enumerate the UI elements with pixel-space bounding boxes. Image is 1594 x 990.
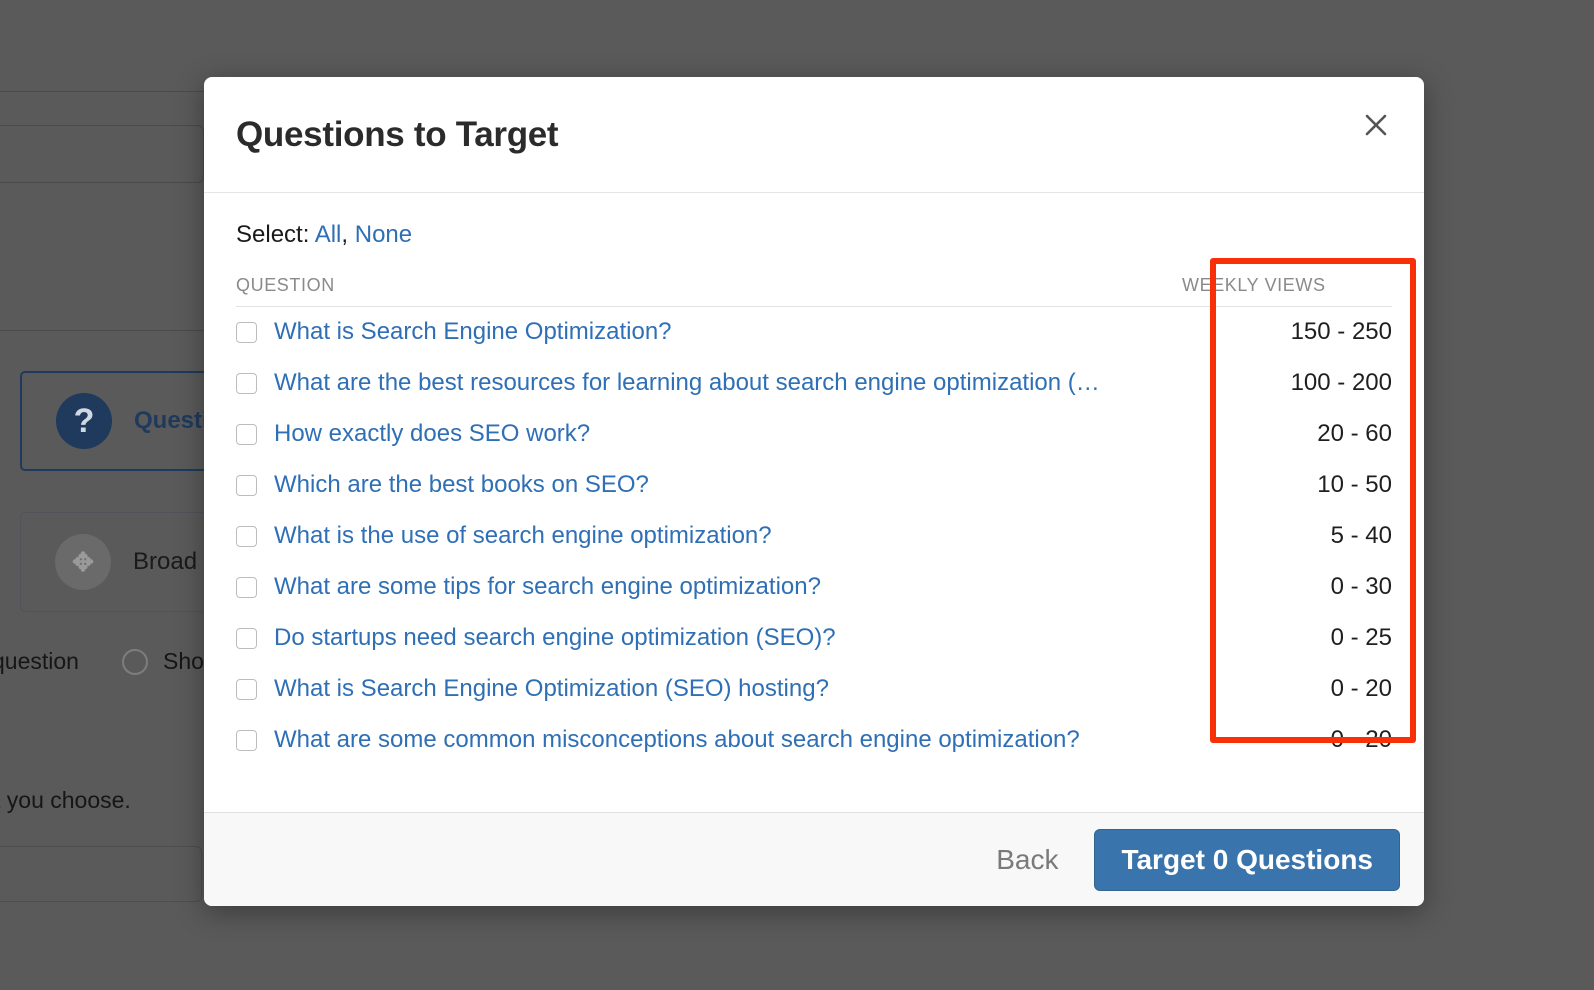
question-label[interactable]: Which are the best books on SEO? — [274, 471, 649, 499]
question-label[interactable]: What is Search Engine Optimization? — [274, 318, 672, 346]
question-row-content: How exactly does SEO work? — [236, 420, 1182, 448]
question-label[interactable]: Do startups need search engine optimizat… — [274, 624, 836, 652]
question-checkbox[interactable] — [236, 373, 257, 394]
background-card-questions[interactable]: ? Questi — [20, 371, 220, 471]
background-question-word: question — [0, 648, 79, 675]
background-show-label: Sho — [163, 648, 204, 675]
question-row-content: What are the best resources for learning… — [236, 369, 1182, 397]
move-arrows-circle-icon: ✥ — [55, 534, 111, 590]
question-checkbox[interactable] — [236, 424, 257, 445]
table-row[interactable]: Do startups need search engine optimizat… — [236, 613, 1392, 664]
question-cell: Do startups need search engine optimizat… — [236, 613, 1182, 664]
question-checkbox[interactable] — [236, 628, 257, 649]
question-label[interactable]: What are some common misconceptions abou… — [274, 726, 1080, 754]
questions-to-target-modal: Questions to Target Select: All, None QU… — [204, 77, 1424, 906]
questions-table: QUESTION WEEKLY VIEWS What is Search Eng… — [236, 275, 1392, 766]
weekly-views-cell: 0 - 20 — [1182, 715, 1392, 766]
background-divider-mid — [0, 330, 204, 331]
column-header-question: QUESTION — [236, 275, 1182, 307]
question-label[interactable]: What is the use of search engine optimiz… — [274, 522, 772, 550]
question-cell: What are the best resources for learning… — [236, 358, 1182, 409]
background-field-top[interactable] — [0, 125, 204, 183]
select-all-link[interactable]: All — [315, 221, 342, 248]
table-row[interactable]: What are some common misconceptions abou… — [236, 715, 1392, 766]
question-checkbox[interactable] — [236, 475, 257, 496]
question-cell: What is Search Engine Optimization (SEO)… — [236, 664, 1182, 715]
question-label[interactable]: What are the best resources for learning… — [274, 369, 1100, 397]
select-prefix: Select: — [236, 221, 309, 248]
background-field-bottom[interactable] — [0, 846, 202, 902]
close-icon[interactable] — [1356, 105, 1396, 145]
question-row-content: Which are the best books on SEO? — [236, 471, 1182, 499]
question-checkbox[interactable] — [236, 730, 257, 751]
question-row-content: What are some common misconceptions abou… — [236, 726, 1182, 754]
table-row[interactable]: Which are the best books on SEO? 10 - 50 — [236, 460, 1392, 511]
weekly-views-cell: 0 - 25 — [1182, 613, 1392, 664]
question-row-content: What are some tips for search engine opt… — [236, 573, 1182, 601]
weekly-views-cell: 20 - 60 — [1182, 409, 1392, 460]
question-cell: What is Search Engine Optimization? — [236, 307, 1182, 358]
table-row[interactable]: What are some tips for search engine opt… — [236, 562, 1392, 613]
question-checkbox[interactable] — [236, 577, 257, 598]
table-row[interactable]: How exactly does SEO work? 20 - 60 — [236, 409, 1392, 460]
weekly-views-cell: 10 - 50 — [1182, 460, 1392, 511]
table-header-row: QUESTION WEEKLY VIEWS — [236, 275, 1392, 307]
weekly-views-cell: 150 - 250 — [1182, 307, 1392, 358]
question-cell: What are some tips for search engine opt… — [236, 562, 1182, 613]
weekly-views-cell: 0 - 20 — [1182, 664, 1392, 715]
background-radio-show[interactable] — [122, 649, 148, 675]
modal-footer: Back Target 0 Questions — [204, 812, 1424, 906]
question-label[interactable]: How exactly does SEO work? — [274, 420, 590, 448]
questions-table-body: What is Search Engine Optimization? 150 -… — [236, 307, 1392, 766]
question-cell: How exactly does SEO work? — [236, 409, 1182, 460]
question-cell: What is the use of search engine optimiz… — [236, 511, 1182, 562]
question-cell: Which are the best books on SEO? — [236, 460, 1182, 511]
question-mark-circle-icon: ? — [56, 393, 112, 449]
modal-header: Questions to Target — [204, 77, 1424, 193]
weekly-views-cell: 5 - 40 — [1182, 511, 1392, 562]
select-separator: , — [341, 221, 348, 248]
question-row-content: Do startups need search engine optimizat… — [236, 624, 1182, 652]
question-row-content: What is Search Engine Optimization? — [236, 318, 1182, 346]
list-bottom-fade — [204, 784, 1424, 812]
question-label[interactable]: What is Search Engine Optimization (SEO)… — [274, 675, 829, 703]
column-header-weekly-views: WEEKLY VIEWS — [1182, 275, 1392, 307]
background-divider-top — [0, 91, 204, 92]
question-cell: What are some common misconceptions abou… — [236, 715, 1182, 766]
question-label[interactable]: What are some tips for search engine opt… — [274, 573, 821, 601]
modal-body: Select: All, None QUESTION WEEKLY VIEWS … — [204, 193, 1424, 812]
select-none-link[interactable]: None — [355, 221, 412, 248]
table-row[interactable]: What are the best resources for learning… — [236, 358, 1392, 409]
table-row[interactable]: What is the use of search engine optimiz… — [236, 511, 1392, 562]
background-card-broad[interactable]: ✥ Broad — [20, 512, 220, 612]
question-row-content: What is Search Engine Optimization (SEO)… — [236, 675, 1182, 703]
question-checkbox[interactable] — [236, 526, 257, 547]
background-card-questions-label: Questi — [134, 407, 209, 435]
table-row[interactable]: What is Search Engine Optimization (SEO)… — [236, 664, 1392, 715]
target-questions-button[interactable]: Target 0 Questions — [1094, 829, 1400, 891]
question-checkbox[interactable] — [236, 322, 257, 343]
page-title: Questions to Target — [236, 115, 558, 155]
weekly-views-cell: 0 - 30 — [1182, 562, 1392, 613]
questions-table-head: QUESTION WEEKLY VIEWS — [236, 275, 1392, 307]
background-choose-text: t you choose. — [0, 787, 131, 814]
question-checkbox[interactable] — [236, 679, 257, 700]
back-button[interactable]: Back — [986, 838, 1068, 882]
weekly-views-cell: 100 - 200 — [1182, 358, 1392, 409]
background-card-broad-label: Broad — [133, 548, 197, 576]
table-row[interactable]: What is Search Engine Optimization? 150 -… — [236, 307, 1392, 358]
select-row: Select: All, None — [236, 221, 1392, 249]
question-row-content: What is the use of search engine optimiz… — [236, 522, 1182, 550]
